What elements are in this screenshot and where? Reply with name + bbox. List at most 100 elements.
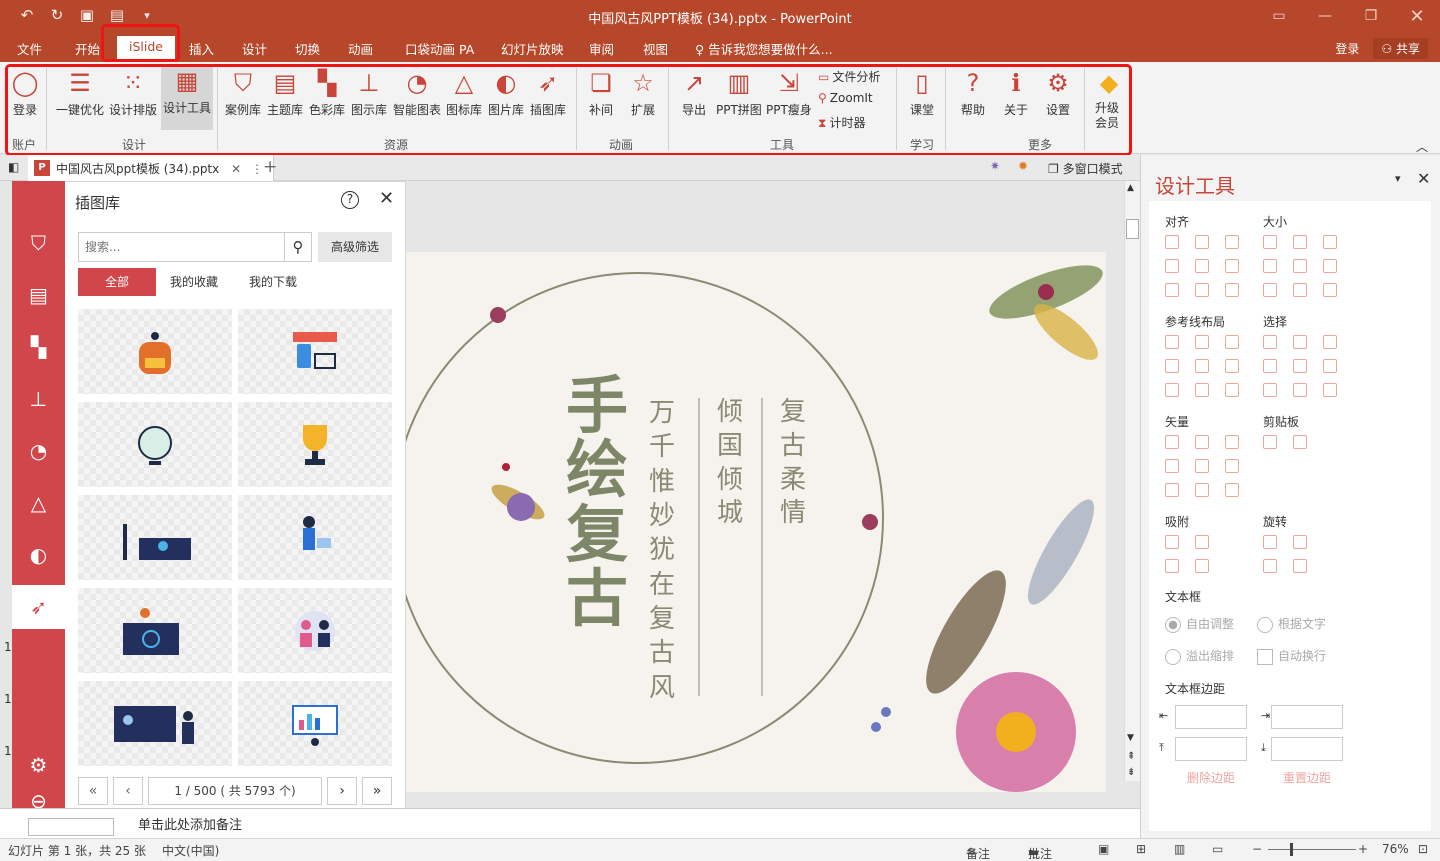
- tool-icon[interactable]: [1263, 559, 1277, 573]
- tool-icon[interactable]: [1323, 359, 1337, 373]
- tab-slideshow[interactable]: 幻灯片放映: [501, 39, 564, 58]
- illustration-thumb[interactable]: [78, 309, 232, 394]
- tool-icon[interactable]: [1293, 535, 1307, 549]
- rail-diagram-icon[interactable]: ⊥: [12, 377, 65, 421]
- tool-icon[interactable]: [1323, 383, 1337, 397]
- margin-left-input[interactable]: [1175, 705, 1247, 729]
- login-link[interactable]: 登录: [1335, 40, 1359, 57]
- tab-review[interactable]: 审阅: [589, 39, 614, 58]
- minimize-icon[interactable]: —: [1302, 0, 1348, 32]
- illustration-thumb[interactable]: [78, 681, 232, 766]
- tool-icon[interactable]: [1225, 235, 1239, 249]
- close-icon[interactable]: ✕: [1394, 0, 1440, 32]
- tool-icon[interactable]: [1293, 335, 1307, 349]
- close-tab-icon[interactable]: ✕: [231, 162, 241, 176]
- tool-icon[interactable]: [1323, 283, 1337, 297]
- tool-icon[interactable]: [1165, 459, 1179, 473]
- tool-icon[interactable]: [1195, 435, 1209, 449]
- notes-pane[interactable]: 单击此处添加备注: [0, 808, 1140, 838]
- tool-icon[interactable]: [1263, 435, 1277, 449]
- tool-icon[interactable]: [1195, 559, 1209, 573]
- tool-icon[interactable]: [1165, 235, 1179, 249]
- tab-transitions[interactable]: 切换: [295, 39, 320, 58]
- tool-icon[interactable]: [1195, 459, 1209, 473]
- overflow-shrink-radio[interactable]: 溢出缩排: [1165, 647, 1234, 665]
- tool-icon[interactable]: [1195, 483, 1209, 497]
- tab-insert[interactable]: 插入: [189, 39, 214, 58]
- tool-icon[interactable]: [1323, 335, 1337, 349]
- illustration-thumb[interactable]: [238, 588, 392, 673]
- tool-icon[interactable]: [1225, 283, 1239, 297]
- tab-design[interactable]: 设计: [242, 39, 267, 58]
- filter-downloads[interactable]: 我的下载: [248, 268, 298, 296]
- auto-wrap-checkbox[interactable]: 自动换行: [1257, 647, 1326, 665]
- tool-icon[interactable]: [1263, 359, 1277, 373]
- tool-icon[interactable]: [1165, 335, 1179, 349]
- autofit-text-radio[interactable]: 根据文字: [1257, 615, 1326, 633]
- slide-main-title[interactable]: 手绘复古: [566, 373, 628, 632]
- add-tab-icon[interactable]: +: [263, 157, 277, 177]
- rail-theme-icon[interactable]: ▤: [12, 273, 65, 317]
- slideshow-view-icon[interactable]: ▭: [1212, 842, 1223, 856]
- tool-icon[interactable]: [1323, 235, 1337, 249]
- delete-margin-link[interactable]: 删除边距: [1187, 769, 1235, 786]
- scroll-thumb[interactable]: [1126, 219, 1139, 239]
- restore-icon[interactable]: ❐: [1348, 0, 1394, 32]
- pane-close-icon[interactable]: ✕: [1417, 169, 1430, 188]
- tool-icon[interactable]: [1293, 559, 1307, 573]
- scroll-up-icon[interactable]: ▲: [1127, 183, 1134, 193]
- help-icon[interactable]: ?: [341, 191, 359, 209]
- rail-shapes-icon[interactable]: △: [12, 481, 65, 525]
- tool-icon[interactable]: [1225, 483, 1239, 497]
- rail-rocket-icon[interactable]: ➶: [12, 585, 65, 629]
- tool-icon[interactable]: [1165, 383, 1179, 397]
- panel-close-icon[interactable]: ✕: [379, 188, 394, 209]
- tool-icon[interactable]: [1225, 383, 1239, 397]
- language-indicator[interactable]: 中文(中国): [162, 842, 219, 859]
- tool-icon[interactable]: [1195, 259, 1209, 273]
- tool-icon[interactable]: [1225, 335, 1239, 349]
- last-page-button[interactable]: »: [362, 777, 392, 805]
- tool-icon[interactable]: [1195, 235, 1209, 249]
- margin-top-input[interactable]: [1175, 737, 1247, 761]
- rail-case-icon[interactable]: ⛉: [12, 221, 65, 265]
- normal-view-icon[interactable]: ▣: [1098, 842, 1109, 856]
- illustration-thumb[interactable]: [238, 402, 392, 487]
- tool-icon[interactable]: [1165, 435, 1179, 449]
- illustration-thumb[interactable]: [78, 402, 232, 487]
- tab-file[interactable]: 文件: [17, 39, 42, 58]
- tool-icon[interactable]: [1195, 383, 1209, 397]
- filter-favorites[interactable]: 我的收藏: [169, 268, 219, 296]
- tool-icon[interactable]: [1165, 483, 1179, 497]
- scroll-down-icon[interactable]: ▼: [1127, 733, 1134, 743]
- rail-picture-icon[interactable]: ◐: [12, 533, 65, 577]
- search-input[interactable]: [78, 232, 312, 262]
- zoom-slider-thumb[interactable]: [1290, 843, 1293, 856]
- slide-subtitle-col2[interactable]: 倾国倾城: [710, 396, 750, 531]
- first-page-button[interactable]: «: [78, 777, 108, 805]
- tool-icon[interactable]: [1263, 235, 1277, 249]
- magic-icon[interactable]: ✷: [990, 159, 1000, 173]
- tab-pocket-animation[interactable]: 口袋动画 PA: [405, 39, 474, 58]
- tool-icon[interactable]: [1225, 435, 1239, 449]
- tool-icon[interactable]: [1165, 259, 1179, 273]
- sun-icon[interactable]: ✹: [1018, 159, 1028, 173]
- tab-home[interactable]: 开始: [75, 39, 100, 58]
- illustration-thumb[interactable]: [78, 495, 232, 580]
- pane-options-icon[interactable]: ▾: [1395, 172, 1401, 185]
- tool-icon[interactable]: [1165, 535, 1179, 549]
- zoom-level[interactable]: 76%: [1382, 842, 1409, 856]
- tool-icon[interactable]: [1323, 259, 1337, 273]
- zoom-in-icon[interactable]: +: [1358, 842, 1368, 856]
- reading-view-icon[interactable]: ▥: [1174, 842, 1185, 856]
- slide-subtitle-col3[interactable]: 复古柔情: [773, 396, 813, 531]
- tool-icon[interactable]: [1165, 559, 1179, 573]
- tool-icon[interactable]: [1225, 459, 1239, 473]
- tool-icon[interactable]: [1293, 235, 1307, 249]
- autofit-free-radio[interactable]: 自由调整: [1165, 615, 1234, 633]
- rail-chart-icon[interactable]: ◔: [12, 429, 65, 473]
- vertical-scrollbar[interactable]: ▲ ▼ ⇞ ⇟: [1124, 181, 1140, 781]
- tell-me-box[interactable]: ♀ 告诉我您想要做什么...: [695, 39, 833, 58]
- advanced-filter-button[interactable]: 高级筛选: [318, 232, 392, 262]
- tool-icon[interactable]: [1293, 359, 1307, 373]
